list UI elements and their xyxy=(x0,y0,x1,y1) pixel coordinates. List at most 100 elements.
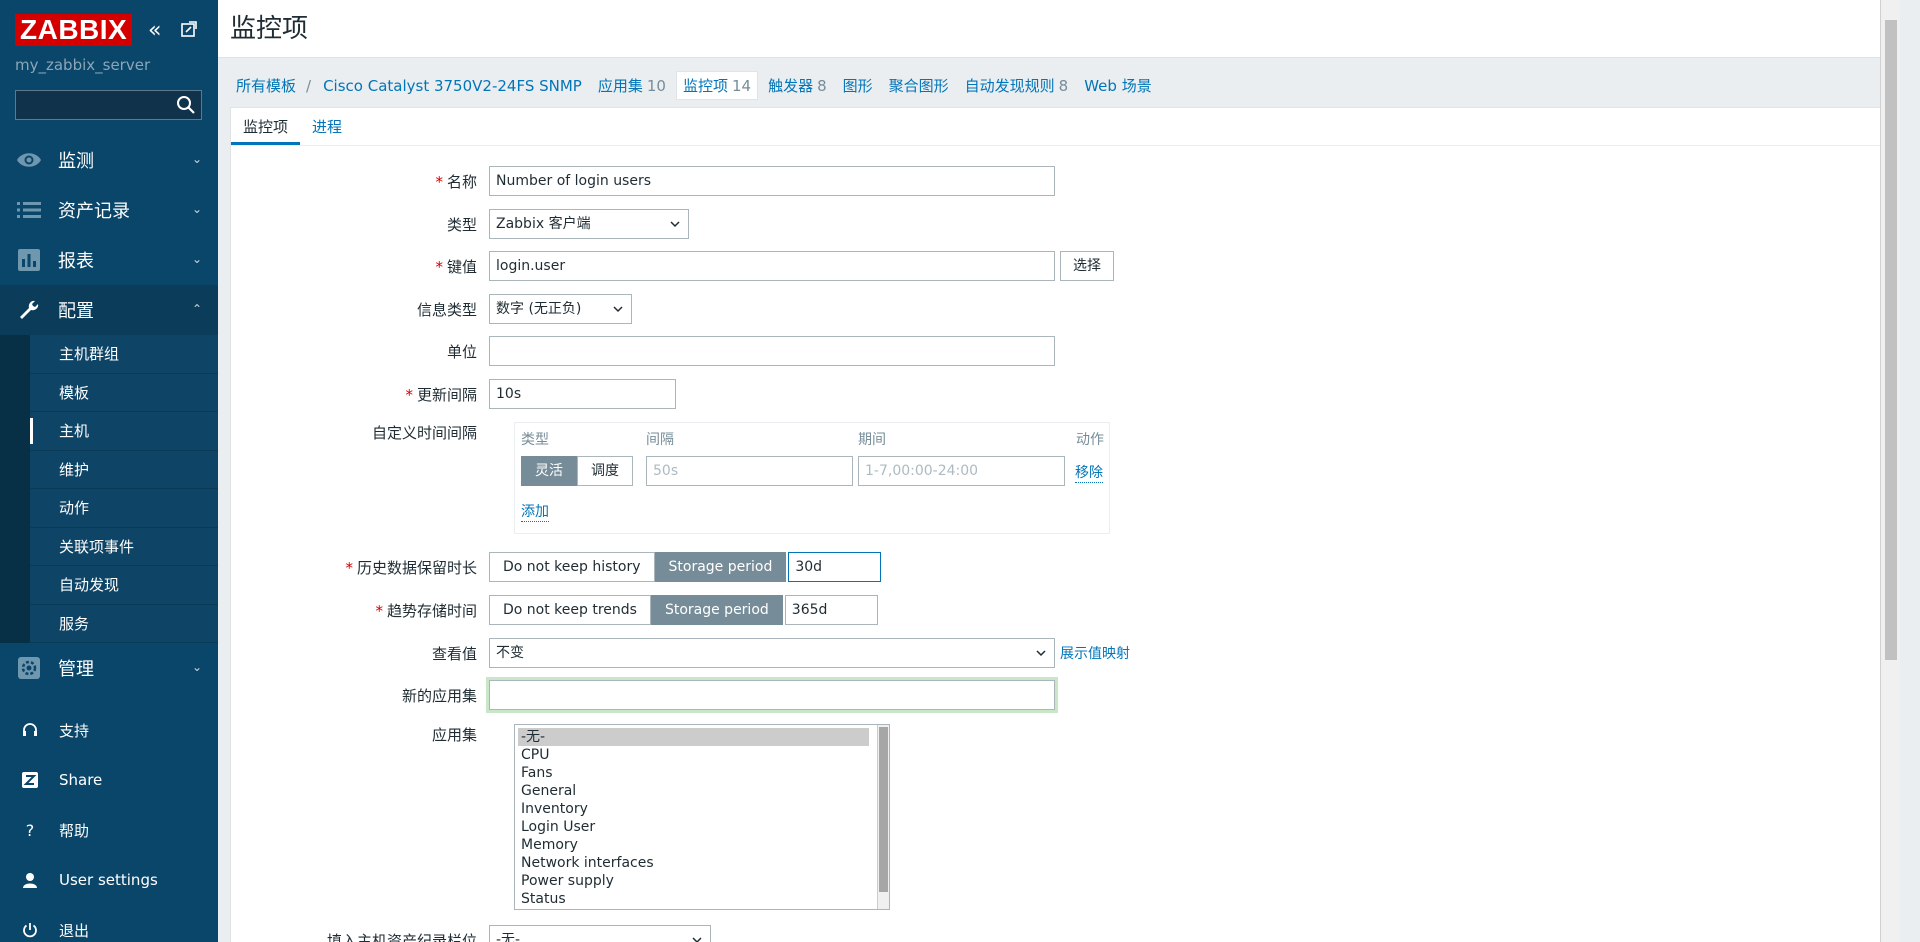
label-text: 键值 xyxy=(446,257,477,276)
trends-storage-button[interactable]: Storage period xyxy=(650,595,783,625)
sidebar: ZABBIX « my_zabbix_server 监测 ⌄ 资产记录 ⌄ 报表… xyxy=(0,0,218,942)
collapse-sidebar-icon[interactable]: « xyxy=(148,20,161,42)
submenu-item-maintenance[interactable]: 维护 xyxy=(30,450,218,489)
menu-label: 配置 xyxy=(58,301,94,322)
list-item[interactable]: Memory xyxy=(515,836,889,854)
history-no-keep-button[interactable]: Do not keep history xyxy=(489,552,655,582)
zabbix-logo[interactable]: ZABBIX xyxy=(15,14,133,46)
menu-item-support[interactable]: 支持 xyxy=(0,705,218,755)
submenu-item-hosts[interactable]: 主机 xyxy=(30,412,218,451)
type-label: 类型 xyxy=(446,215,477,234)
sidebar-search-input[interactable] xyxy=(15,90,202,120)
share-icon xyxy=(19,772,41,788)
breadcrumb-label: 监控项 xyxy=(682,77,728,95)
submenu-item-templates[interactable]: 模板 xyxy=(30,373,218,412)
breadcrumb-discovery-rules[interactable]: 自动发现规则 8 xyxy=(959,72,1075,99)
required-mark: * xyxy=(375,601,383,620)
menu-item-share[interactable]: Share xyxy=(0,755,218,805)
breadcrumb-all-templates[interactable]: 所有模板 xyxy=(230,72,302,99)
custom-add-link[interactable]: 添加 xyxy=(521,501,549,522)
list-item[interactable]: CPU xyxy=(515,746,889,764)
menu-item-logout[interactable]: 退出 xyxy=(0,905,218,942)
list-item[interactable]: Network interfaces xyxy=(515,854,889,872)
breadcrumb-screens[interactable]: 聚合图形 xyxy=(883,72,955,99)
list-item[interactable]: -无- xyxy=(518,728,869,746)
submenu-item-host-groups[interactable]: 主机群组 xyxy=(30,335,218,374)
row-units: 单位 xyxy=(231,336,1055,366)
valuemap-label: 查看值 xyxy=(431,644,477,663)
menu-item-inventory[interactable]: 资产记录 ⌄ xyxy=(0,185,218,235)
row-name: * 名称 Number of login users xyxy=(231,166,1055,196)
tab-preprocessing[interactable]: 进程 xyxy=(300,108,354,145)
breadcrumb-separator: / xyxy=(306,76,312,95)
chevron-down-icon: ⌄ xyxy=(191,152,202,166)
list-item[interactable]: Inventory xyxy=(515,800,889,818)
form-tabs: 监控项 进程 xyxy=(231,108,1885,146)
row-update-interval: * 更新间隔 10s xyxy=(231,379,676,409)
select-value: 数字 (无正负) xyxy=(496,301,582,317)
submenu-item-services[interactable]: 服务 xyxy=(30,604,218,643)
listbox-scrollbar[interactable] xyxy=(877,725,889,909)
submenu-item-actions[interactable]: 动作 xyxy=(30,489,218,528)
new-application-input[interactable] xyxy=(489,680,1055,710)
menu-item-monitoring[interactable]: 监测 ⌄ xyxy=(0,135,218,185)
listbox-scroll-thumb[interactable] xyxy=(879,727,888,892)
menu-label: Share xyxy=(59,771,103,789)
custom-scheduling-button[interactable]: 调度 xyxy=(577,456,633,486)
list-item[interactable]: Status xyxy=(515,890,889,908)
breadcrumb-template[interactable]: Cisco Catalyst 3750V2-24FS SNMP xyxy=(317,74,588,98)
breadcrumb-items[interactable]: 监控项 14 xyxy=(675,71,759,100)
submenu-item-event-correlation[interactable]: 关联项事件 xyxy=(30,527,218,566)
trends-label: * 趋势存储时间 xyxy=(231,600,489,621)
list-item[interactable]: General xyxy=(515,782,889,800)
breadcrumb-applications[interactable]: 应用集 10 xyxy=(592,72,672,99)
breadcrumb-count: 10 xyxy=(646,77,666,95)
custom-flexible-button[interactable]: 灵活 xyxy=(521,456,577,486)
custom-remove-link[interactable]: 移除 xyxy=(1075,462,1103,483)
trends-no-keep-button[interactable]: Do not keep trends xyxy=(489,595,651,625)
applications-listbox[interactable]: -无- CPU Fans General Inventory Login Use… xyxy=(514,724,890,910)
page-scrollbar[interactable] xyxy=(1880,0,1900,942)
interval-input[interactable]: 10s xyxy=(489,379,676,409)
kiosk-mode-icon[interactable] xyxy=(180,20,198,38)
menu-item-help[interactable]: ? 帮助 xyxy=(0,805,218,855)
menu-item-user-settings[interactable]: User settings xyxy=(0,855,218,905)
list-item[interactable]: Fans xyxy=(515,764,889,782)
key-input[interactable]: login.user xyxy=(489,251,1055,281)
server-name: my_zabbix_server xyxy=(15,56,151,74)
custom-type-toggle: 灵活 调度 xyxy=(521,456,633,486)
menu-item-reports[interactable]: 报表 ⌄ xyxy=(0,235,218,285)
submenu-item-discovery[interactable]: 自动发现 xyxy=(30,566,218,605)
row-info-type: 信息类型 数字 (无正负) xyxy=(231,294,632,324)
units-input[interactable] xyxy=(489,336,1055,366)
valuemap-select[interactable]: 不变 xyxy=(489,638,1055,668)
gear-icon xyxy=(15,654,43,682)
menu-label: 监测 xyxy=(58,151,94,172)
history-storage-button[interactable]: Storage period xyxy=(654,552,787,582)
list-item[interactable]: Login User xyxy=(515,818,889,836)
trends-mode-toggle: Do not keep trends Storage period xyxy=(489,595,783,625)
row-inventory-field: 填入主机资产纪录栏位 -无- xyxy=(231,925,711,942)
trends-period-input[interactable]: 365d xyxy=(784,595,878,625)
breadcrumb-graphs[interactable]: 图形 xyxy=(837,72,879,99)
show-value-mappings-link[interactable]: 展示值映射 xyxy=(1060,643,1130,663)
page-scroll-thumb[interactable] xyxy=(1885,20,1897,660)
menu-label: 帮助 xyxy=(59,821,90,840)
history-period-input[interactable]: 30d xyxy=(788,552,882,582)
required-mark: * xyxy=(405,385,413,404)
breadcrumb-triggers[interactable]: 触发器 8 xyxy=(762,72,833,99)
menu-label: 资产记录 xyxy=(58,201,130,222)
type-select[interactable]: Zabbix 客户端 xyxy=(489,209,689,239)
custom-period-input[interactable]: 1-7,00:00-24:00 xyxy=(858,456,1065,486)
list-item[interactable]: Power supply xyxy=(515,872,889,890)
custom-interval-input[interactable]: 50s xyxy=(646,456,853,486)
search-icon[interactable] xyxy=(176,95,196,115)
name-input[interactable]: Number of login users xyxy=(489,166,1055,196)
tab-item[interactable]: 监控项 xyxy=(231,108,301,145)
breadcrumb-web-scenarios[interactable]: Web 场景 xyxy=(1078,72,1157,99)
key-select-button[interactable]: 选择 xyxy=(1060,251,1114,281)
menu-item-configuration[interactable]: 配置 ⌃ xyxy=(0,285,218,335)
inventory-select[interactable]: -无- xyxy=(489,925,711,942)
info-type-select[interactable]: 数字 (无正负) xyxy=(489,294,632,324)
menu-item-administration[interactable]: 管理 ⌄ xyxy=(0,643,218,693)
